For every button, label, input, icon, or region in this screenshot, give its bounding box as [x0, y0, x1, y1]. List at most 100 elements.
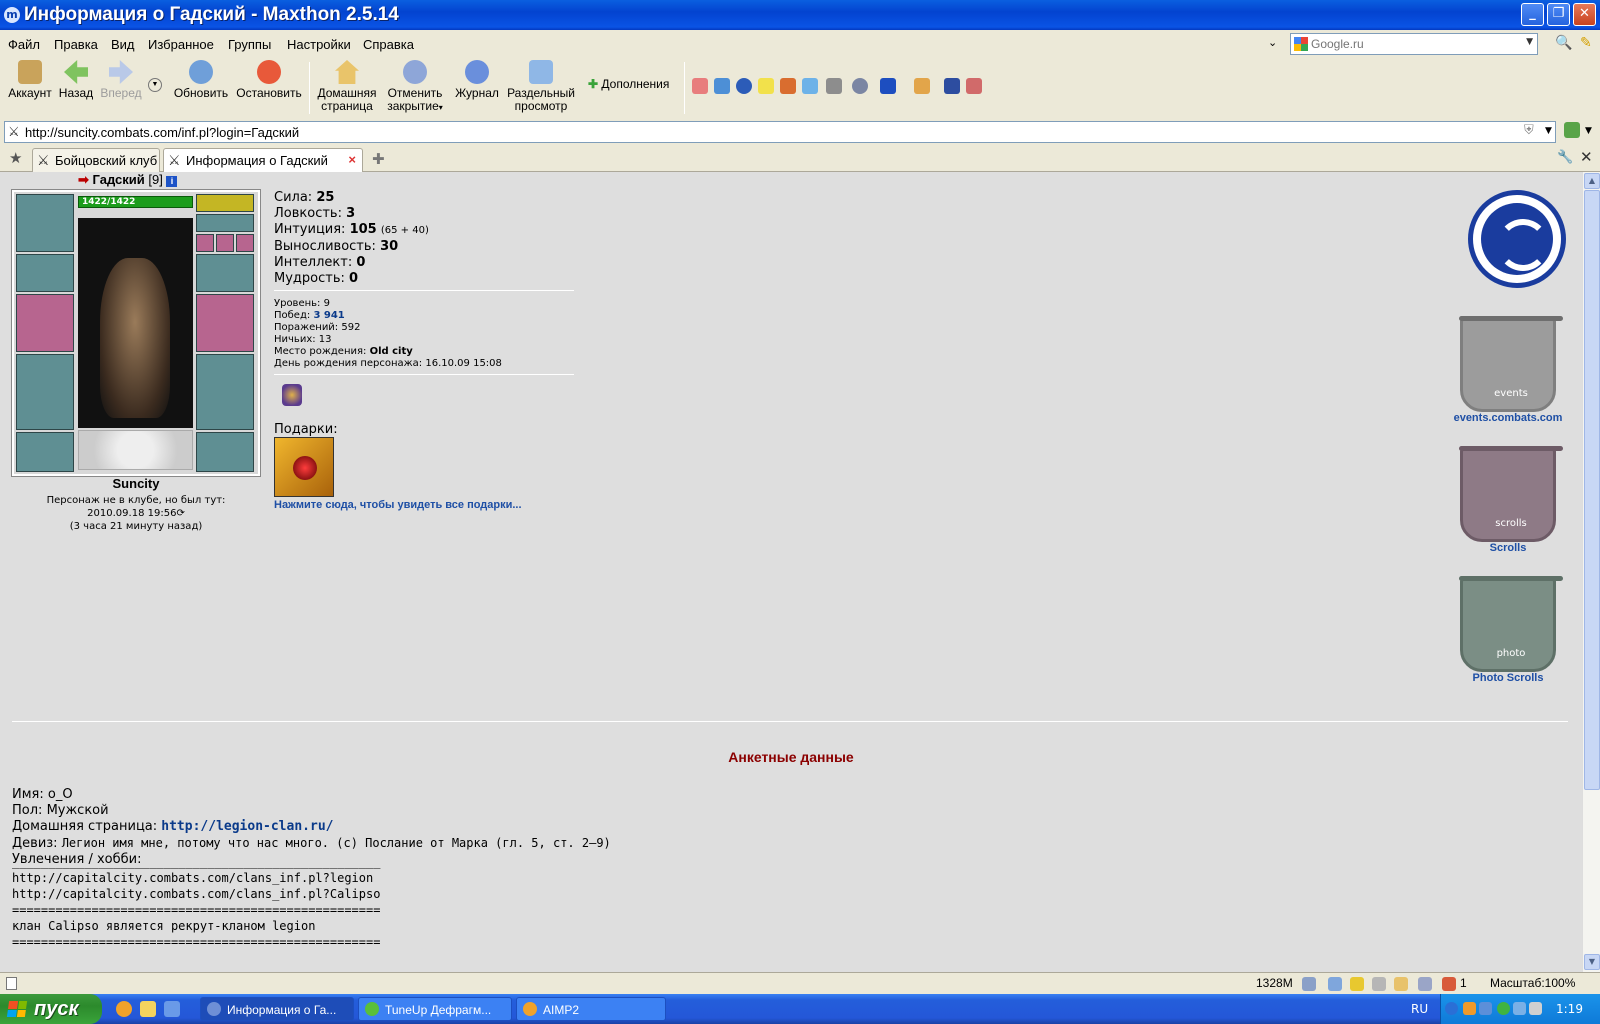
chevron-down-icon[interactable]: ⌄ — [1268, 36, 1277, 49]
all-gifts-link[interactable]: Нажмите сюда, чтобы увидеть все подарки.… — [274, 499, 522, 511]
scroll-down-icon[interactable]: ▼ — [1584, 954, 1600, 970]
helmet-slot[interactable] — [16, 194, 74, 252]
download-icon[interactable] — [1328, 977, 1342, 991]
tabs-icon[interactable] — [1442, 977, 1456, 991]
cursor-icon[interactable] — [944, 78, 960, 94]
taskbar-item-tuneup[interactable]: TuneUp Дефрагм... — [358, 997, 512, 1021]
resize-icon[interactable] — [714, 78, 730, 94]
photo-scrolls-link[interactable]: Photo Scrolls — [1438, 672, 1578, 684]
wrench-icon[interactable]: 🔧 — [1557, 150, 1573, 165]
lightning-icon[interactable] — [1350, 977, 1364, 991]
tray-player-icon[interactable] — [1463, 1002, 1476, 1015]
tray-icq-icon[interactable] — [1497, 1002, 1510, 1015]
ring-slot-1[interactable] — [196, 234, 214, 252]
language-indicator[interactable]: RU — [1411, 1002, 1428, 1016]
forward-button[interactable]: Вперед — [98, 60, 144, 100]
events-link[interactable]: events.combats.com — [1438, 412, 1578, 424]
minimize-button[interactable]: _ — [1521, 3, 1544, 26]
taskbar-item-maxthon[interactable]: Информация о Га... — [200, 997, 354, 1021]
refresh-button[interactable]: Обновить — [170, 60, 232, 100]
events-banner[interactable]: events — [1459, 316, 1563, 412]
search-input[interactable] — [1311, 36, 1511, 52]
undo-close-button[interactable]: Отменить закрытие▾ — [382, 60, 448, 114]
menu-edit[interactable]: Правка — [54, 37, 98, 52]
scrolls-banner[interactable]: scrolls — [1459, 446, 1563, 542]
gear-icon[interactable] — [852, 78, 868, 94]
go-dropdown-icon[interactable]: ▼ — [1585, 126, 1592, 136]
volume-icon[interactable] — [1302, 977, 1316, 991]
tab-fight-club[interactable]: ⚔ Бойцовский клуб — [32, 148, 160, 172]
photo-scrolls-banner[interactable]: photo — [1459, 576, 1563, 672]
legs-slot[interactable] — [196, 354, 254, 430]
weapon-right-slot[interactable] — [196, 294, 254, 352]
tray-monitor-icon[interactable] — [1513, 1002, 1526, 1015]
tab-character-info[interactable]: ⚔ Информация о Гадский × — [163, 148, 363, 173]
maxthon-app-icon[interactable]: m — [4, 7, 20, 23]
close-tab-icon[interactable]: × — [348, 152, 356, 167]
address-input[interactable] — [25, 124, 1505, 140]
history-dropdown-button[interactable]: ▼ — [148, 78, 164, 92]
notes-quicklaunch-icon[interactable] — [140, 1001, 156, 1017]
ring-slot-2[interactable] — [216, 234, 234, 252]
browser-quicklaunch-icon[interactable] — [164, 1001, 180, 1017]
search-engine-dropdown-icon[interactable]: ▼ — [1526, 37, 1533, 47]
menu-help[interactable]: Справка — [363, 37, 414, 52]
start-button[interactable]: пуск — [0, 994, 102, 1024]
earring-slot[interactable] — [196, 194, 254, 212]
boots-slot[interactable] — [196, 432, 254, 472]
close-all-icon[interactable]: ✕ — [1580, 148, 1593, 166]
folder-icon[interactable] — [914, 78, 930, 94]
shield-icon[interactable]: ⛨ — [1524, 123, 1534, 138]
account-button[interactable]: Аккаунт — [6, 60, 54, 100]
go-icon[interactable] — [1564, 122, 1580, 138]
aimp-quicklaunch-icon[interactable] — [116, 1001, 132, 1017]
achievement-badge-icon[interactable] — [282, 384, 302, 406]
history-button[interactable]: Журнал — [452, 60, 502, 100]
belt-slot[interactable] — [16, 432, 74, 472]
info-plugin-icon[interactable] — [758, 78, 774, 94]
clan-logo-icon[interactable] — [1468, 190, 1566, 288]
private-arrow-icon[interactable]: ➡ — [78, 172, 89, 187]
home-button[interactable]: Домашняя страница — [314, 60, 380, 113]
popup-blocker-icon[interactable] — [1372, 977, 1386, 991]
refresh-small-icon[interactable]: ⟳ — [176, 508, 184, 519]
paint-icon[interactable] — [780, 78, 796, 94]
weapon-left-slot[interactable] — [16, 294, 74, 352]
amulet-slot[interactable] — [196, 214, 254, 232]
highlight-pen-icon[interactable]: ✎ — [1580, 35, 1592, 51]
menu-settings[interactable]: Настройки — [287, 37, 351, 52]
wins-link[interactable]: 3 941 — [313, 310, 344, 321]
scrolls-link[interactable]: Scrolls — [1438, 542, 1578, 554]
menu-view[interactable]: Вид — [111, 37, 135, 52]
dict-icon[interactable] — [880, 78, 896, 94]
new-tab-icon[interactable]: ✚ — [372, 150, 385, 168]
address-dropdown-icon[interactable]: ▼ — [1545, 126, 1552, 136]
addons-button[interactable]: ✚ Дополнения — [588, 78, 680, 91]
scroll-up-icon[interactable]: ▲ — [1584, 173, 1600, 189]
layers-icon[interactable] — [1418, 977, 1432, 991]
split-view-button[interactable]: Раздельный просмотр — [504, 60, 578, 113]
picture-icon[interactable] — [802, 78, 818, 94]
ring-slot-3[interactable] — [236, 234, 254, 252]
character-avatar[interactable] — [78, 218, 193, 428]
bracers-slot[interactable] — [16, 254, 74, 292]
search-icon[interactable]: 🔍 — [1555, 35, 1572, 51]
close-button[interactable]: ✕ — [1573, 3, 1596, 26]
gift-item[interactable] — [274, 437, 334, 497]
tray-network-icon[interactable] — [1479, 1002, 1492, 1015]
back-button[interactable]: Назад — [56, 60, 96, 100]
stop-button[interactable]: Остановить — [234, 60, 304, 100]
folder-icon[interactable] — [1394, 977, 1408, 991]
tray-volume-icon[interactable] — [1529, 1002, 1542, 1015]
maximize-button[interactable]: ❐ — [1547, 3, 1570, 26]
homepage-link[interactable]: http://legion-clan.ru/ — [161, 819, 333, 834]
armor-slot[interactable] — [16, 354, 74, 430]
favorites-star-icon[interactable]: ★ — [9, 149, 22, 167]
tools-icon[interactable] — [826, 78, 842, 94]
scroll-thumb[interactable] — [1584, 190, 1600, 790]
block-icon[interactable] — [966, 78, 982, 94]
tray-arrow-icon[interactable] — [1445, 1002, 1458, 1015]
info-icon[interactable]: i — [166, 176, 178, 187]
marker-icon[interactable] — [692, 78, 708, 94]
compass-icon[interactable] — [736, 78, 752, 94]
